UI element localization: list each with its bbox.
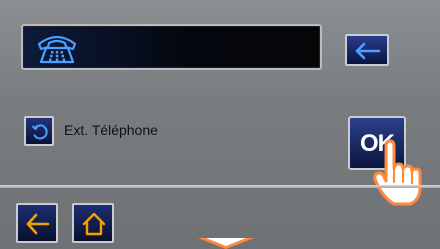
chevron-down-icon[interactable]	[196, 238, 256, 249]
telephone-icon	[37, 35, 77, 64]
nav-back-button[interactable]	[16, 203, 58, 243]
refresh-button[interactable]	[24, 116, 54, 146]
refresh-icon	[31, 124, 48, 140]
arrow-left-icon	[26, 213, 50, 235]
display-bar	[21, 24, 322, 70]
divider	[0, 185, 440, 188]
intercom-screen: Ext. Téléphone OK	[0, 0, 440, 249]
hand-pointer-icon	[373, 139, 422, 206]
arrow-left-icon	[355, 42, 381, 60]
back-button[interactable]	[345, 34, 389, 66]
nav-home-button[interactable]	[72, 203, 114, 243]
home-icon	[82, 212, 106, 236]
ext-telephone-label: Ext. Téléphone	[64, 122, 158, 138]
